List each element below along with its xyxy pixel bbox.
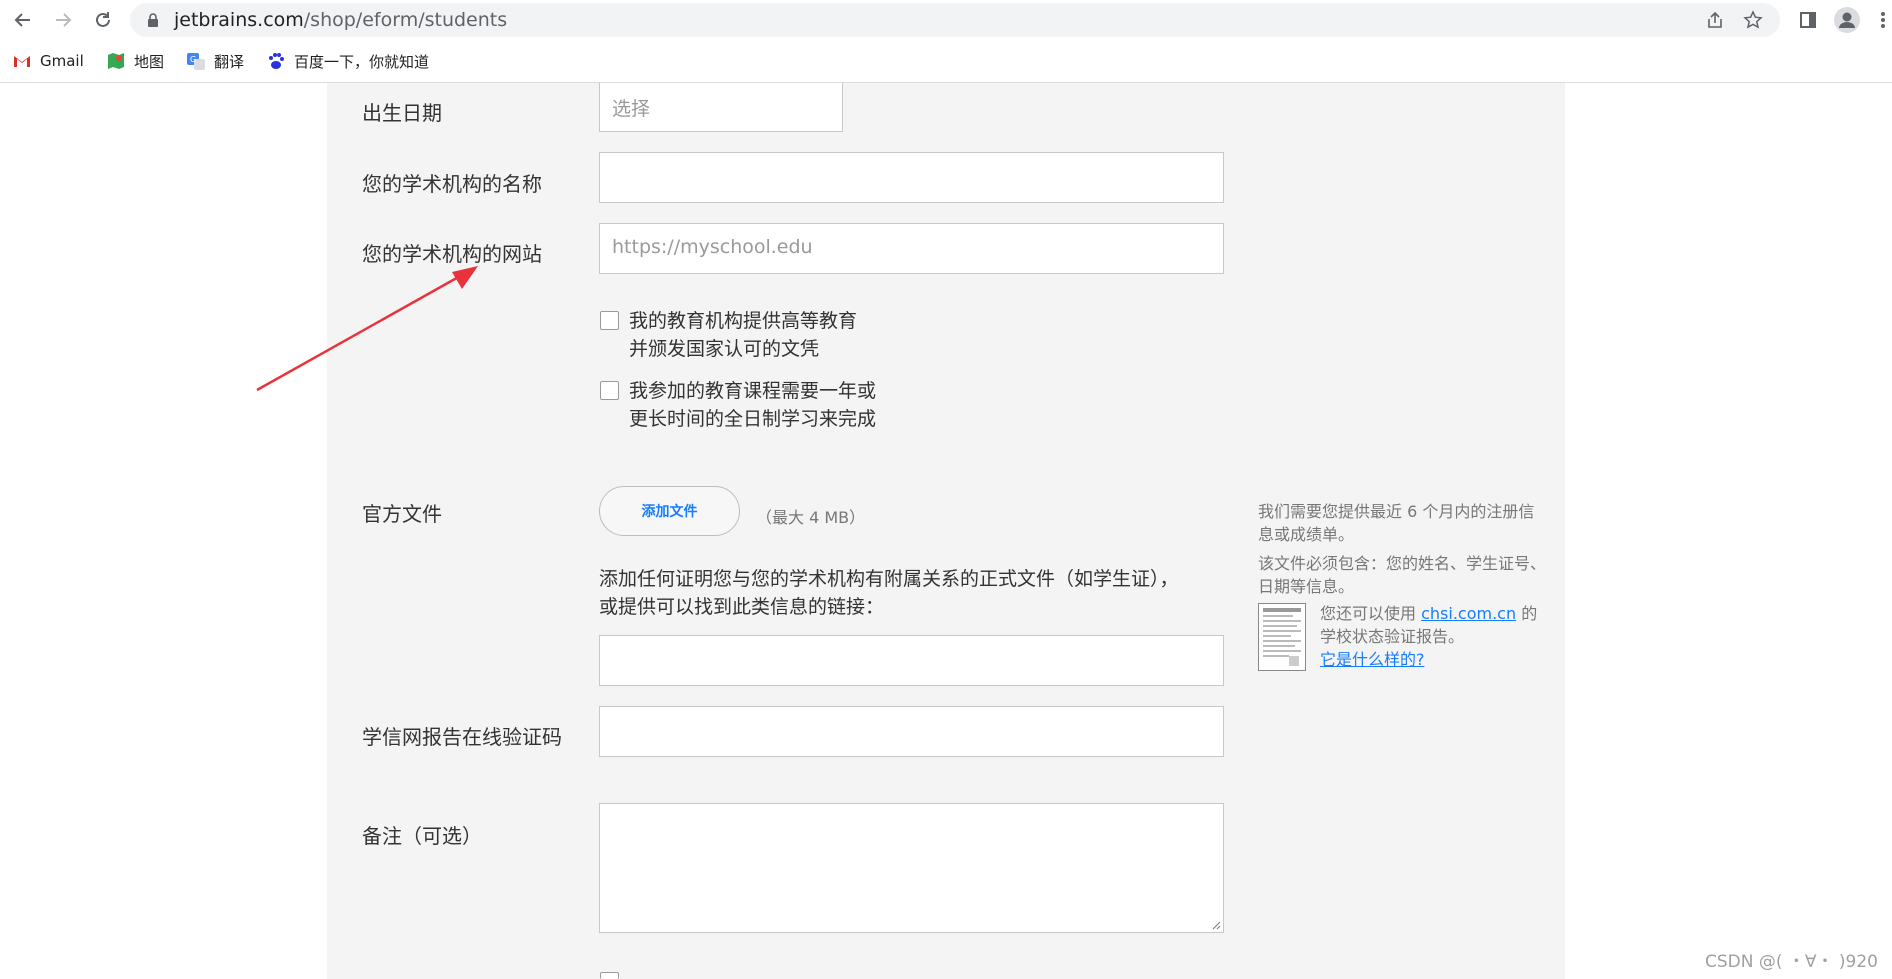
institution-name-input[interactable] bbox=[599, 152, 1224, 203]
add-file-button[interactable]: 添加文件 bbox=[599, 486, 740, 536]
higher-education-checkbox[interactable] bbox=[600, 311, 619, 330]
document-thumbnail-icon bbox=[1263, 608, 1301, 666]
csdn-watermark: CSDN @( ・∀・ )920 bbox=[1704, 952, 1878, 972]
bookmark-label: 翻译 bbox=[214, 52, 245, 71]
document-requirements-text: 该文件必须包含：您的姓名、学生证号、日期等信息。 bbox=[1258, 554, 1547, 596]
institution-website-label: 您的学术机构的网站 bbox=[362, 242, 542, 266]
checkbox-label-line: 并颁发国家认可的文凭 bbox=[629, 338, 820, 360]
institution-website-input[interactable]: https://myschool.edu bbox=[599, 223, 1224, 274]
checkbox-label-line: 更长时间的全日制学习来完成 bbox=[629, 408, 877, 430]
back-arrow-icon bbox=[14, 13, 30, 27]
maps-icon bbox=[108, 53, 124, 69]
higher-education-checkbox-label[interactable]: 我的教育机构提供高等教育 并颁发国家认可的文凭 bbox=[629, 307, 857, 363]
forward-button[interactable] bbox=[50, 7, 76, 33]
back-button[interactable] bbox=[10, 7, 36, 33]
bookmark-star-icon[interactable] bbox=[1742, 9, 1764, 31]
fulltime-study-checkbox-label[interactable]: 我参加的教育课程需要一年或 更长时间的全日制学习来完成 bbox=[629, 377, 876, 433]
menu-kebab-icon[interactable] bbox=[1870, 7, 1892, 33]
registration-info-text: 我们需要您提供最近 6 个月内的注册信息或成绩单。 bbox=[1258, 502, 1535, 544]
checkbox-label-line: 我参加的教育课程需要一年或 bbox=[629, 380, 877, 402]
baidu-icon bbox=[269, 53, 284, 69]
notes-label: 备注（可选） bbox=[362, 824, 482, 848]
profile-icon bbox=[1834, 7, 1860, 33]
bookmark-label: 百度一下，你就知道 bbox=[294, 52, 430, 71]
bookmark-gmail[interactable]: Gmail bbox=[12, 49, 84, 73]
forward-arrow-icon bbox=[56, 13, 72, 27]
document-description: 添加任何证明您与您的学术机构有附属关系的正式文件（如学生证），或提供可以找到此类… bbox=[599, 568, 1179, 618]
bookmarks-bar: Gmail 地图 G 翻译 百度一下，你就知道 bbox=[0, 39, 1892, 83]
share-icon[interactable] bbox=[1704, 9, 1726, 31]
browser-toolbar: jetbrains.com/shop/eform/students bbox=[0, 0, 1892, 39]
document-link-input[interactable] bbox=[599, 635, 1224, 686]
partial-checkbox[interactable] bbox=[600, 972, 619, 979]
institution-website-placeholder: https://myschool.edu bbox=[612, 236, 813, 258]
fulltime-study-checkbox[interactable] bbox=[600, 381, 619, 400]
translate-icon: G bbox=[187, 53, 205, 70]
institution-name-label: 您的学术机构的名称 bbox=[362, 172, 542, 196]
side-panel-icon[interactable] bbox=[1795, 7, 1821, 33]
lock-icon bbox=[148, 13, 158, 27]
chsi-info-text: 您还可以使用 chsi.com.cn 的学校状态验证报告。 它是什么样的? bbox=[1320, 602, 1550, 671]
max-file-size: （最大 4 MB） bbox=[756, 508, 866, 527]
reload-icon bbox=[96, 12, 110, 27]
what-does-it-look-like-link[interactable]: 它是什么样的? bbox=[1320, 650, 1425, 669]
reload-button[interactable] bbox=[90, 7, 116, 33]
resize-handle-icon[interactable] bbox=[1211, 920, 1221, 930]
profile-avatar[interactable] bbox=[1834, 7, 1860, 33]
bookmark-label: Gmail bbox=[40, 52, 84, 70]
bookmark-maps[interactable]: 地图 bbox=[106, 49, 164, 73]
chsi-code-label: 学信网报告在线验证码 bbox=[362, 725, 562, 749]
url-text: jetbrains.com/shop/eform/students bbox=[174, 9, 508, 31]
bookmark-label: 地图 bbox=[134, 52, 165, 71]
birth-date-placeholder: 选择 bbox=[612, 98, 651, 120]
bookmark-translate[interactable]: G 翻译 bbox=[186, 49, 244, 73]
gmail-icon bbox=[14, 56, 30, 67]
chsi-code-input[interactable] bbox=[599, 706, 1224, 757]
bookmark-baidu[interactable]: 百度一下，你就知道 bbox=[266, 49, 429, 73]
report-thumbnail bbox=[1258, 603, 1306, 671]
address-bar[interactable]: jetbrains.com/shop/eform/students bbox=[130, 3, 1780, 37]
birth-date-label: 出生日期 bbox=[362, 101, 442, 125]
svg-text:G: G bbox=[190, 55, 196, 64]
notes-textarea[interactable] bbox=[599, 803, 1224, 933]
chsi-link[interactable]: chsi.com.cn bbox=[1421, 604, 1516, 623]
chsi-prefix: 您还可以使用 bbox=[1320, 604, 1417, 623]
checkbox-label-line: 我的教育机构提供高等教育 bbox=[629, 310, 858, 332]
birth-date-select[interactable]: 选择 bbox=[599, 83, 843, 132]
official-document-label: 官方文件 bbox=[362, 502, 442, 526]
